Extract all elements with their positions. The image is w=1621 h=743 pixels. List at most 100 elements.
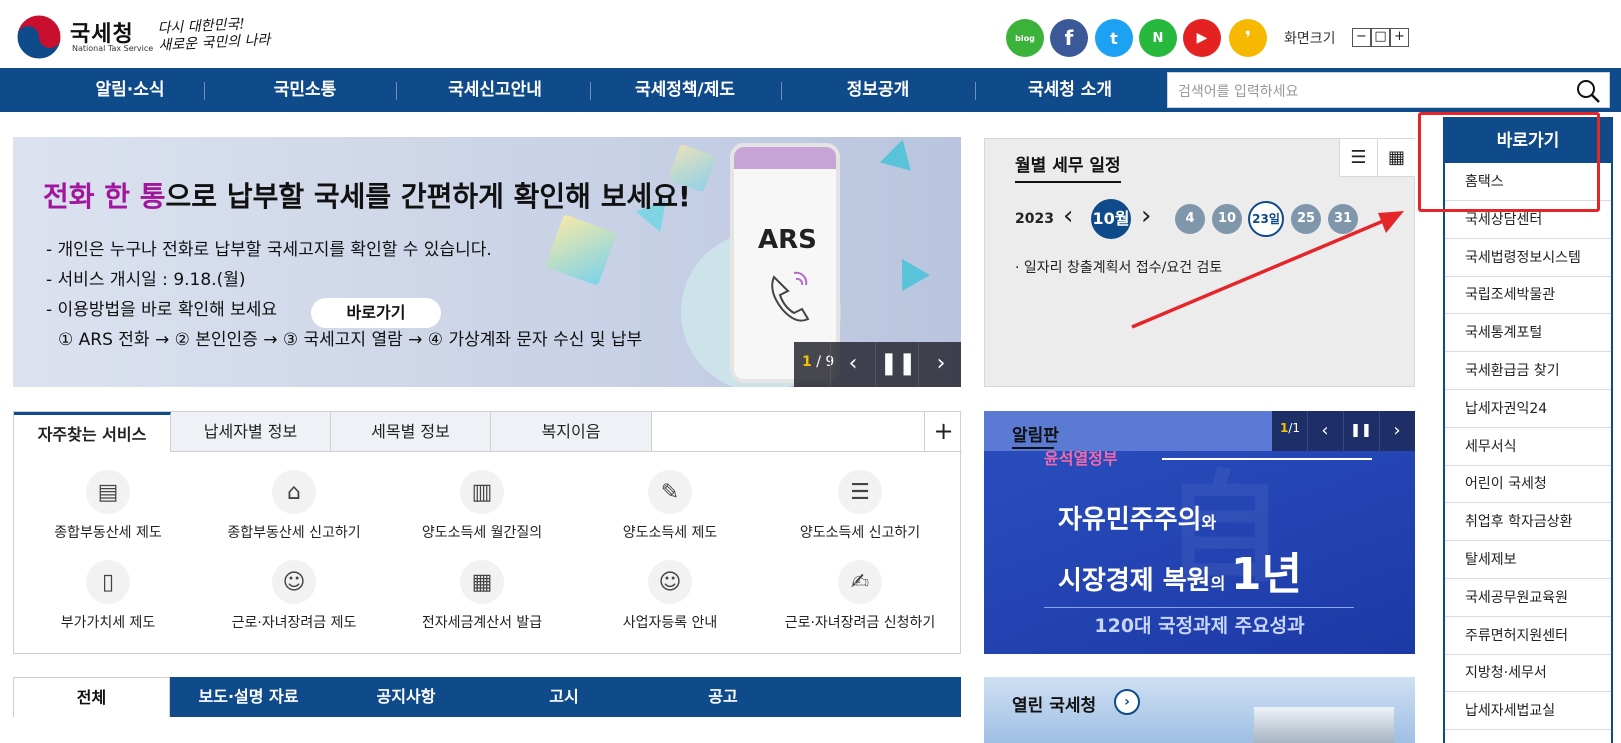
search-box[interactable]: 검색어를 입력하세요 [1167, 72, 1610, 108]
annotation-highlight-box [1418, 112, 1600, 212]
service-item[interactable]: ☺ 근로·자녀장려금 제도 [200, 560, 388, 632]
open-nts-panel[interactable]: 열린 국세청 › [984, 677, 1415, 743]
board-subtitle: 윤석열정부 [1044, 449, 1118, 468]
slogan: 다시 대한민국! 새로운 국민의 나라 [157, 15, 271, 55]
service-label: 양도소득세 월간질의 [421, 525, 543, 541]
nav-separator [396, 82, 397, 100]
font-size-label: 화면크기 [1284, 31, 1336, 47]
service-icon: ▦ [460, 560, 504, 604]
search-icon[interactable] [1575, 78, 1601, 104]
nts-logo-icon[interactable] [16, 14, 62, 60]
tab-frequent-services[interactable]: 자주찾는 서비스 [14, 412, 171, 452]
banner-line-3: - 이용방법을 바로 확인해 보세요 [46, 300, 278, 320]
quick-link-item[interactable]: 국세통계포털 [1445, 314, 1611, 353]
banner-slider-controls: 1 / 9 ‹ ❚❚ › [794, 342, 961, 387]
quick-link-item[interactable]: 탈세제보 [1445, 541, 1611, 579]
nav-item-news[interactable]: 알림·소식 [45, 68, 215, 112]
quick-link-item[interactable]: 납세자세법교실 [1445, 692, 1611, 731]
tab-welfare[interactable]: 복지이음 [491, 412, 652, 452]
notice-board[interactable]: 自 알림판 1/1 ‹ ❚❚ › 윤석열정부 자유민주주의와 시장경제 복원의 … [984, 411, 1415, 654]
naver-post-icon[interactable]: N [1139, 19, 1177, 57]
banner-prev-icon[interactable]: ‹ [830, 342, 875, 387]
tab-tax-item-info[interactable]: 세목별 정보 [331, 412, 491, 452]
news-tab-filler [803, 677, 961, 717]
quick-link-item[interactable]: 세무서식 [1445, 428, 1611, 466]
service-label: 종합부동산세 신고하기 [227, 525, 361, 541]
quick-link-item[interactable]: 납세자권익24 [1445, 390, 1611, 428]
quick-link-item[interactable]: 취업후 학자금상환 [1445, 503, 1611, 542]
open-nts-arrow-icon[interactable]: › [1114, 689, 1140, 715]
service-label: 근로·자녀장려금 신청하기 [784, 615, 936, 631]
service-label: 전자세금계산서 발급 [421, 615, 543, 631]
quick-link-item[interactable]: 국립조세박물관 [1445, 276, 1611, 315]
board-subtitle-line [1162, 458, 1372, 460]
service-icon: ⌂ [272, 470, 316, 514]
banner-next-icon[interactable]: › [918, 342, 961, 387]
board-page-total: /1 [1288, 421, 1301, 435]
font-decrease-button[interactable]: − [1352, 28, 1371, 47]
board-headline-1-main: 자유민주주의 [1058, 505, 1202, 535]
quick-link-item[interactable]: 국세환급금 찾기 [1445, 352, 1611, 390]
youtube-icon[interactable]: ▶ [1183, 19, 1221, 57]
banner-title-highlight: 전화 한 통 [43, 180, 166, 213]
list-view-icon[interactable]: ☰ [1339, 139, 1377, 177]
phone-call-icon [771, 271, 810, 322]
service-item[interactable]: ⌂ 종합부동산세 신고하기 [200, 470, 388, 542]
tab-taxpayer-info[interactable]: 납세자별 정보 [171, 412, 331, 452]
tab-bar-filler [652, 412, 924, 452]
quick-link-item[interactable]: 국세공무원교육원 [1445, 579, 1611, 617]
tab-news-press[interactable]: 보도·설명 자료 [170, 677, 327, 717]
service-item[interactable]: ☰ 양도소득세 신고하기 [766, 470, 954, 542]
calendar-icon[interactable]: ▦ [1377, 139, 1415, 177]
service-icon: ☰ [838, 470, 882, 514]
service-label: 양도소득세 제도 [622, 525, 718, 541]
board-footer-line [1044, 607, 1354, 608]
kakao-icon[interactable]: ❜ [1229, 19, 1267, 57]
font-reset-button[interactable]: □ [1371, 28, 1390, 47]
service-item[interactable]: ▥ 양도소득세 월간질의 [388, 470, 576, 542]
banner-decor-cube [545, 214, 617, 286]
banner-decor-triangle [888, 250, 930, 292]
banner-page-current: 1 [802, 354, 812, 370]
service-label: 종합부동산세 제도 [54, 525, 162, 541]
board-prev-icon[interactable]: ‹ [1307, 411, 1342, 451]
service-label: 양도소득세 신고하기 [799, 525, 921, 541]
service-item[interactable]: ✎ 양도소득세 제도 [576, 470, 764, 542]
open-nts-title: 열린 국세청 [1012, 696, 1097, 716]
tab-news-notices[interactable]: 공지사항 [327, 677, 485, 717]
schedule-title: 월별 세무 일정 [1015, 151, 1121, 183]
main-nav: 알림·소식 국민소통 국세신고안내 국세정책/제도 정보공개 국세청 소개 검색… [0, 68, 1621, 112]
service-item[interactable]: ▦ 전자세금계산서 발급 [388, 560, 576, 632]
quick-link-item[interactable]: 주류면허지원센터 [1445, 617, 1611, 655]
twitter-icon[interactable]: t [1095, 19, 1133, 57]
nav-item-about[interactable]: 국세청 소개 [975, 68, 1165, 112]
quick-link-item[interactable]: 지방청·세무서 [1445, 654, 1611, 693]
quick-link-item[interactable]: 국세법령정보시스템 [1445, 239, 1611, 277]
font-increase-button[interactable]: + [1390, 28, 1409, 47]
nav-separator [204, 82, 205, 100]
nav-item-disclosure[interactable]: 정보공개 [781, 68, 975, 112]
banner-title: 전화 한 통으로 납부할 국세를 간편하게 확인해 보세요! [43, 175, 691, 215]
tab-news-notification[interactable]: 고시 [485, 677, 643, 717]
facebook-icon[interactable]: f [1050, 19, 1088, 57]
board-next-icon[interactable]: › [1379, 411, 1414, 451]
service-item[interactable]: ☺ 사업자등록 안내 [576, 560, 764, 632]
banner-pause-icon[interactable]: ❚❚ [875, 342, 920, 387]
schedule-prev-month-icon[interactable]: ‹ [1063, 201, 1073, 231]
main-banner[interactable]: 전화 한 통으로 납부할 국세를 간편하게 확인해 보세요! - 개인은 누구나… [13, 137, 961, 387]
tab-news-all[interactable]: 전체 [13, 677, 170, 717]
banner-go-button[interactable]: 바로가기 [311, 298, 441, 328]
blog-icon[interactable]: blog [1006, 19, 1044, 57]
nav-item-policy[interactable]: 국세정책/제도 [590, 68, 780, 112]
service-item[interactable]: ▤ 종합부동산세 제도 [14, 470, 202, 542]
service-item[interactable]: ✍ 근로·자녀장려금 신청하기 [766, 560, 954, 632]
service-item[interactable]: ▯ 부가가치세 제도 [14, 560, 202, 632]
nav-item-filing-guide[interactable]: 국세신고안내 [400, 68, 590, 112]
quick-link-item[interactable]: 어린이 국세청 [1445, 465, 1611, 504]
nav-item-communication[interactable]: 국민소통 [215, 68, 395, 112]
tab-news-announcement[interactable]: 공고 [643, 677, 803, 717]
board-pause-icon[interactable]: ❚❚ [1343, 411, 1378, 451]
banner-line-1: - 개인은 누구나 전화로 납부할 국세고지를 확인할 수 있습니다. [46, 240, 492, 260]
search-input[interactable]: 검색어를 입력하세요 [1178, 81, 1298, 101]
more-services-button[interactable]: + [924, 412, 962, 452]
